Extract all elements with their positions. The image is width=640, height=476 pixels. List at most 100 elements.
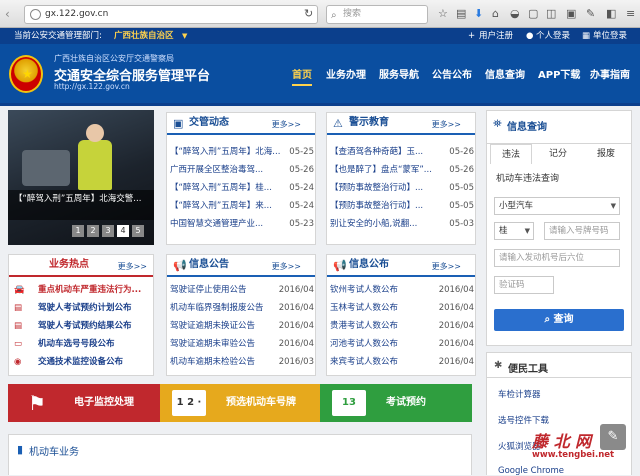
engine-number-input[interactable]: 请输入发动机号后六位 [494,249,620,267]
tool-link[interactable]: 选号控件下载 [498,414,549,426]
reading-list-icon[interactable]: ▤ [456,8,466,20]
nav-info-query[interactable]: 信息查询 [485,66,525,81]
slide-photo [78,140,112,190]
register-link[interactable]: 用户注册 [479,28,513,44]
nav-home[interactable]: 首页 [292,66,312,86]
pocket-icon[interactable]: ◒ [510,8,520,20]
warning-edu-more-link[interactable]: 更多>> [432,115,461,135]
nav-guide[interactable]: 办事指南 [590,66,630,81]
query-submit-label: 查询 [553,314,574,325]
exam-booking-banner[interactable]: 13 考试预约 [320,384,472,422]
info-publish-title: 信息公布 [349,259,389,270]
province-select[interactable]: 桂 ▼ [494,222,534,240]
traffic-news-more-link[interactable]: 更多>> [272,115,301,135]
slide-page[interactable]: 1 [72,225,84,237]
megaphone-icon: 📢 [173,259,187,272]
result-icon: ▤ [14,321,23,331]
reload-icon[interactable]: ↻ [304,8,313,20]
slide-photo-figure [86,124,104,142]
menu-icon[interactable]: ≡ [626,8,635,20]
chevron-down-icon[interactable]: ▼ [182,28,187,44]
province-value: 桂 [499,226,508,236]
motor-business-title: 机动车业务 [29,447,79,458]
search-icon: ⌕ [544,314,554,325]
exam-icon: ▤ [14,303,23,313]
e-monitor-banner[interactable]: ⚑ 电子监控处理 [8,384,160,422]
traffic-news-header: ▣ 交管动态 更多>> [167,113,315,135]
e-monitor-label: 电子监控处理 [74,397,134,408]
captcha-input[interactable]: 验证码 [494,276,554,294]
plate-preselect-banner[interactable]: 1 2 · 预选机动车号牌 [160,384,320,422]
download-icon[interactable]: ⬇ [474,8,483,20]
slide-caption[interactable]: 【“醉驾入刑”五周年】北海交警... [8,190,154,220]
edit-icon[interactable]: ✎ [600,424,626,450]
tool-link[interactable]: 车检计算器 [498,388,541,400]
plate-number-input[interactable]: 请输入号牌号码 [544,222,620,240]
home-icon[interactable]: ⌂ [492,8,499,20]
tools-title: 便民工具 [508,364,548,375]
traffic-news-title: 交管动态 [189,117,229,128]
watermark-brand: 藤 北 网 [532,432,592,451]
calendar-icon: 13 [332,390,366,416]
chevron-down-icon: ▼ [524,227,530,235]
nav-service-guide[interactable]: 服务导航 [379,66,419,81]
slide-page[interactable]: 5 [132,225,144,237]
gear-icon: ✱ [494,360,503,371]
motor-business-panel: ▮ 机动车业务 [8,434,472,475]
dept-label: 当前公安交通管理部门: [14,31,102,41]
screenshot-icon[interactable]: ◫ [546,8,556,20]
hot-business-more-link[interactable]: 更多>> [118,257,147,277]
plus-icon: + [468,31,476,41]
top-info-bar: 当前公安交通管理部门: 广西壮族自治区 ▼ + 用户注册 ● 个人登录 ▦ 单位… [0,28,640,44]
megaphone-icon: 📢 [333,259,347,272]
globe-icon [30,9,41,20]
slide-photo-car [22,150,70,186]
plate-preselect-label: 预选机动车号牌 [226,397,296,408]
bookmark-star-icon[interactable]: ☆ [438,8,448,20]
info-publish-more-link[interactable]: 更多>> [432,257,461,277]
info-notice-more-link[interactable]: 更多>> [272,257,301,277]
slide-page[interactable]: 3 [102,225,114,237]
slide-page-active[interactable]: 4 [117,225,129,237]
nav-app-download[interactable]: APP下载 [538,66,580,81]
tab-points[interactable]: 记分 [536,144,580,164]
chevron-down-icon: ▼ [610,202,616,210]
hot-business-header: 业务热点 更多>> [9,255,153,277]
flag-icon: ⚑ [28,391,46,415]
query-panel-title: 信息查询 [507,122,547,133]
extension-icon[interactable]: ✎ [586,8,595,20]
addon-icon[interactable]: ◧ [606,8,616,20]
org-name: 广西壮族自治区公安厅交通警察局 [54,54,174,63]
building-icon: ▦ [582,31,591,41]
search-icon: ⌕ [331,10,337,21]
info-notice-title: 信息公告 [189,259,229,270]
person-icon: ● [526,31,534,41]
tab-scrap[interactable]: 报废 [584,144,628,164]
unit-login-link[interactable]: 单位登录 [593,28,627,44]
query-subtitle: 机动车违法查询 [496,174,560,184]
site-url: http://gx.122.gov.cn [54,82,130,91]
vehicle-type-select[interactable]: 小型汽车 ▼ [494,197,620,215]
slide-page[interactable]: 2 [87,225,99,237]
back-icon[interactable]: ‹ [5,7,10,21]
nav-announcements[interactable]: 公告公布 [432,66,472,81]
tab-violation[interactable]: 违法 [490,144,532,164]
camera-icon[interactable]: ▣ [566,8,576,20]
car-icon: ▮ [17,443,24,456]
nav-business[interactable]: 业务办理 [326,66,366,81]
warning-edu-title: 警示教育 [349,117,389,128]
warning-edu-header: ⚠ 警示教育 更多>> [327,113,475,135]
police-emblem-icon: ★ [9,55,43,93]
info-publish-header: 📢 信息公布 更多>> [327,255,475,277]
query-submit-button[interactable]: ⌕ 查询 [494,309,624,331]
info-notice-header: 📢 信息公告 更多>> [167,255,315,277]
plate-icon: 1 2 · [172,390,206,416]
plate-icon: ▭ [14,339,23,349]
address-bar[interactable]: gx.122.gov.cn [24,5,318,24]
personal-login-link[interactable]: 个人登录 [536,28,570,44]
share-icon[interactable]: ▢ [528,8,538,20]
news-slideshow[interactable]: 【“醉驾入刑”五周年】北海交警... 12345 [8,110,154,245]
exam-booking-label: 考试预约 [386,397,426,408]
dept-selector[interactable]: 广西壮族自治区 [114,28,174,44]
browser-search-input[interactable]: ⌕ 搜索 [326,5,428,24]
